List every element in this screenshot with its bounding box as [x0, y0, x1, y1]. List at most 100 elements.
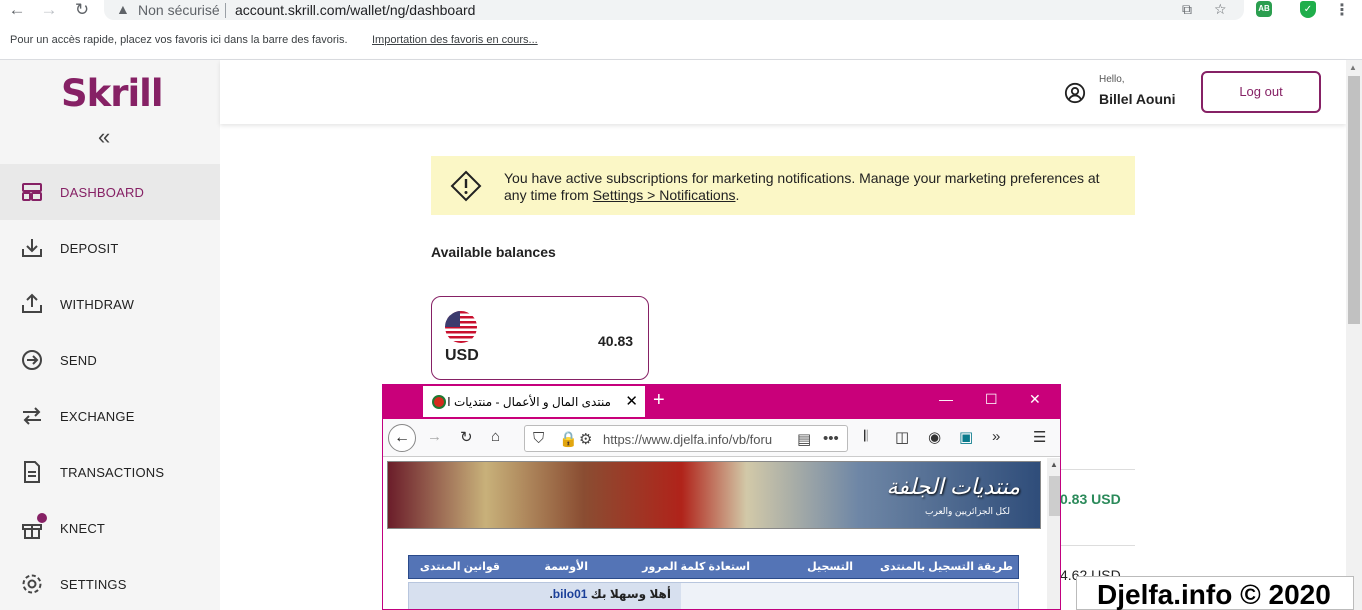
tracking-shield-icon[interactable]: ⛉: [533, 430, 544, 447]
forum-username-link[interactable]: bilo01: [553, 587, 588, 601]
sidebar-item-dashboard[interactable]: DASHBOARD: [0, 164, 220, 220]
back-arrow-icon[interactable]: ←: [388, 424, 416, 452]
library-icon[interactable]: 𝄃: [864, 428, 867, 445]
firefox-scrollbar[interactable]: ▲: [1047, 458, 1060, 609]
forward-arrow-icon[interactable]: →: [427, 428, 442, 445]
collapse-sidebar-icon[interactable]: «: [98, 124, 110, 150]
warning-icon: ▲: [116, 1, 130, 17]
firefox-window: منتدى المال و الأعمال - منتديات ا ✕ + — …: [382, 384, 1061, 610]
translate-icon[interactable]: ⧉: [1182, 1, 1192, 18]
page-actions-icon[interactable]: •••: [823, 430, 839, 447]
available-balances-title: Available balances: [431, 244, 556, 260]
user-profile-icon[interactable]: [1064, 82, 1086, 104]
scroll-up-arrow-icon[interactable]: ▲: [1349, 63, 1357, 72]
watermark: Djelfa.info © 2020: [1076, 576, 1354, 610]
divider: [1060, 469, 1135, 470]
forum-banner: منتديات الجلفة لكل الجزائريين والعرب: [387, 461, 1041, 529]
omnibox-divider: [225, 3, 226, 18]
top-header: Hello, Billel Aouni Log out: [220, 60, 1346, 124]
logout-button[interactable]: Log out: [1201, 71, 1321, 113]
kebab-menu-icon[interactable]: ⋮: [1334, 0, 1350, 20]
firefox-scrollbar-thumb[interactable]: [1049, 476, 1060, 516]
notice-text: You have active subscriptions for market…: [504, 170, 1114, 204]
forum-navbar: طريقة التسجيل بالمنتدى التسجيل استعادة ك…: [408, 555, 1019, 579]
sidebar-item-transactions[interactable]: TRANSACTIONS: [0, 444, 220, 500]
extension-icon[interactable]: ▣: [959, 428, 973, 446]
close-window-icon[interactable]: ✕: [1029, 391, 1041, 408]
firefox-url-bar[interactable]: ⛉ 🔒 ⚙ https://www.djelfa.info/vb/foru ▤ …: [524, 425, 848, 452]
notice-end: .: [735, 187, 740, 203]
send-icon: [22, 350, 42, 370]
star-icon[interactable]: ☆: [1214, 1, 1227, 18]
forum-nav-register[interactable]: التسجيل: [807, 560, 853, 573]
us-flag-icon: [445, 311, 477, 343]
scroll-up-arrow-icon[interactable]: ▲: [1050, 460, 1058, 469]
sidebar-item-deposit[interactable]: DEPOSIT: [0, 220, 220, 276]
welcome-text: أهلا وسهلا بك bilo01.: [549, 587, 671, 601]
home-icon[interactable]: ⌂: [491, 428, 500, 445]
settings-notifications-link[interactable]: Settings > Notifications: [593, 187, 736, 203]
browser-toolbar: ← → ↻ ▲ Non sécurisé account.skrill.com/…: [0, 0, 1362, 22]
sidebar-item-knect[interactable]: KNECT: [0, 500, 220, 556]
hamburger-menu-icon[interactable]: ☰: [1033, 428, 1046, 446]
bookmarks-bar: Pour un accès rapide, placez vos favoris…: [0, 22, 1362, 60]
currency-code: USD: [445, 347, 479, 364]
forum-nav-badges[interactable]: الأوسمة: [544, 560, 588, 573]
sidebar-item-label: KNECT: [60, 521, 106, 536]
adblock-extension-icon[interactable]: AB: [1256, 1, 1272, 17]
welcome-prefix: أهلا وسهلا بك: [587, 587, 671, 601]
new-tab-icon[interactable]: +: [653, 389, 665, 412]
back-arrow-icon[interactable]: ←: [6, 0, 28, 20]
watermark-text: Djelfa.info © 2020: [1097, 579, 1331, 610]
forum-logo[interactable]: منتديات الجلفة: [887, 474, 1020, 500]
forum-nav-register-guide[interactable]: طريقة التسجيل بالمنتدى: [880, 560, 1013, 573]
reader-view-icon[interactable]: ▤: [797, 430, 811, 448]
address-bar[interactable]: ▲ Non sécurisé account.skrill.com/wallet…: [104, 0, 1244, 20]
forum-tagline: لكل الجزائريين والعرب: [925, 506, 1010, 516]
balance-amount: 40.83: [598, 333, 634, 349]
sidebar-item-label: TRANSACTIONS: [60, 465, 165, 480]
overflow-chevron-icon[interactable]: »: [992, 428, 1000, 445]
forum-nav-recover-password[interactable]: استعادة كلمة المرور: [642, 560, 750, 573]
browser-tab[interactable]: منتدى المال و الأعمال - منتديات ا ✕: [423, 386, 645, 417]
transactions-icon: [24, 461, 40, 483]
sidebar-item-label: SETTINGS: [60, 577, 127, 592]
forward-arrow-icon[interactable]: →: [38, 0, 60, 20]
withdraw-icon: [22, 293, 42, 313]
sidebar-item-withdraw[interactable]: WITHDRAW: [0, 276, 220, 332]
minimize-icon[interactable]: —: [939, 391, 953, 407]
usd-balance-card[interactable]: USD 40.83: [431, 296, 649, 380]
forum-nav-rules[interactable]: قوانين المنتدى: [420, 560, 500, 573]
sidebar-item-label: DASHBOARD: [60, 185, 145, 200]
url-text[interactable]: account.skrill.com/wallet/ng/dashboard: [235, 2, 475, 18]
tab-title: منتدى المال و الأعمال - منتديات ا: [447, 395, 611, 409]
skrill-logo[interactable]: Skrill: [61, 72, 164, 115]
deposit-icon: [22, 239, 42, 257]
sidebar-icon[interactable]: ◫: [895, 428, 909, 446]
lock-icon[interactable]: 🔒: [559, 430, 578, 448]
gear-icon: [22, 574, 42, 594]
firefox-navbar: ← → ↻ ⌂ ⛉ 🔒 ⚙ https://www.djelfa.info/vb…: [383, 419, 1060, 457]
exchange-icon: [23, 407, 41, 425]
welcome-cell: أهلا وسهلا بك bilo01.: [409, 583, 681, 609]
shield-extension-icon[interactable]: ✓: [1300, 1, 1316, 18]
forum-welcome-row: أهلا وسهلا بك bilo01.: [408, 582, 1019, 609]
reload-icon[interactable]: ↻: [71, 0, 93, 20]
import-bookmarks-link[interactable]: Importation des favoris en cours...: [372, 34, 538, 46]
sidebar-item-send[interactable]: SEND: [0, 332, 220, 388]
marketing-notice: You have active subscriptions for market…: [431, 156, 1135, 215]
page-scrollbar-thumb[interactable]: [1348, 76, 1360, 324]
notification-dot: [37, 513, 47, 523]
not-secure-label: Non sécurisé: [138, 2, 220, 18]
sidebar-item-exchange[interactable]: EXCHANGE: [0, 388, 220, 444]
account-icon[interactable]: ◉: [928, 428, 941, 446]
sidebar-item-settings[interactable]: SETTINGS: [0, 556, 220, 610]
close-tab-icon[interactable]: ✕: [625, 392, 638, 410]
sidebar: Skrill « DASHBOARD DEPOSIT WITHDRAW SEND: [0, 60, 220, 610]
firefox-url-text[interactable]: https://www.djelfa.info/vb/foru: [603, 432, 789, 447]
maximize-icon[interactable]: ☐: [985, 391, 998, 408]
permissions-icon[interactable]: ⚙: [579, 430, 592, 448]
reload-icon[interactable]: ↻: [460, 428, 473, 446]
balance-amount-right: 0.83 USD: [1060, 491, 1121, 507]
username: Billel Aouni: [1099, 91, 1176, 107]
